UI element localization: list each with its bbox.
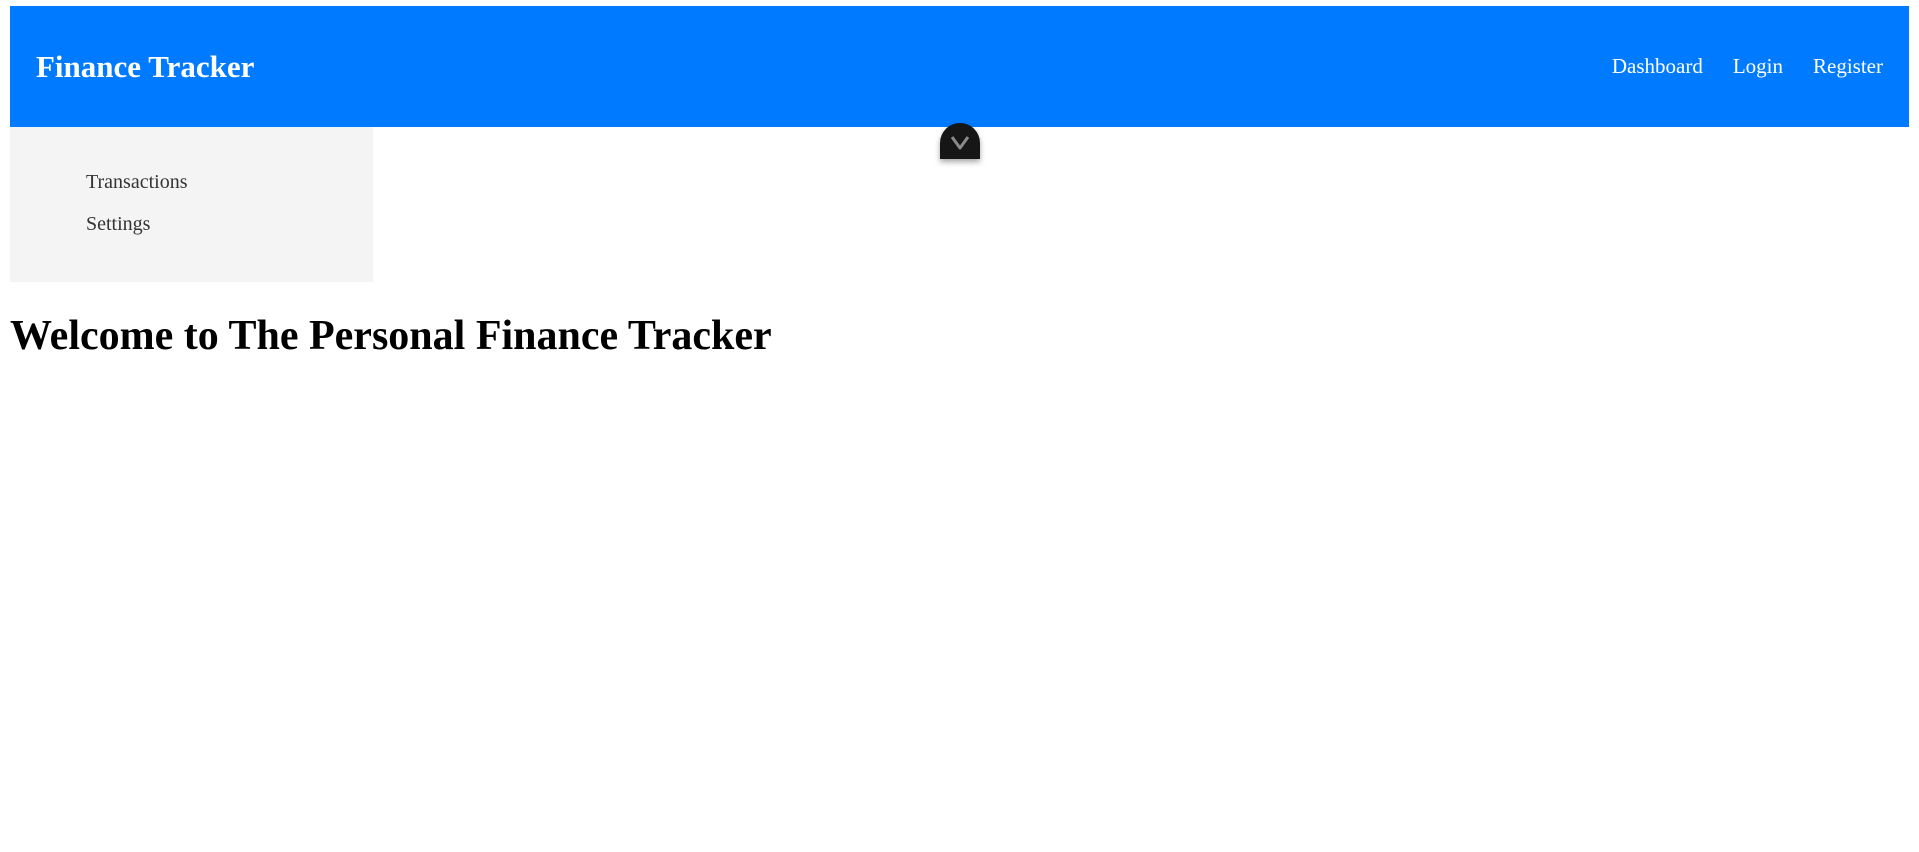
nav-register-link[interactable]: Register (1813, 54, 1883, 79)
page-heading: Welcome to The Personal Finance Tracker (10, 313, 772, 359)
devtools-toggle-button[interactable] (940, 123, 980, 159)
sidebar-link-settings[interactable]: Settings (86, 213, 150, 235)
sidebar-list: Transactions Settings (86, 171, 373, 255)
nav-dashboard-link[interactable]: Dashboard (1612, 54, 1703, 79)
sidebar-item-transactions: Transactions (86, 171, 373, 213)
page: Finance Tracker Dashboard Login Register… (0, 0, 1919, 852)
sidebar-link-transactions[interactable]: Transactions (86, 171, 187, 193)
chevron-down-icon (951, 132, 969, 150)
sidebar: Transactions Settings (10, 127, 373, 282)
brand-title: Finance Tracker (36, 48, 255, 84)
top-header: Finance Tracker Dashboard Login Register (10, 6, 1909, 127)
nav-login-link[interactable]: Login (1733, 54, 1783, 79)
top-nav: Dashboard Login Register (1612, 54, 1883, 79)
sidebar-item-settings: Settings (86, 213, 373, 255)
